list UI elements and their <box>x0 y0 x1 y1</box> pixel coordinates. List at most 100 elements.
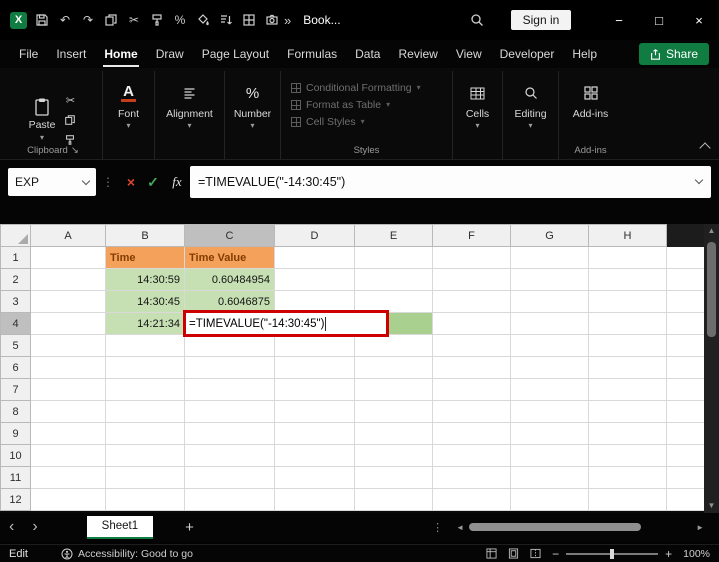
number-group[interactable]: % Number ▾ <box>224 71 280 159</box>
cell-H6[interactable] <box>589 357 667 379</box>
sheet-tab-sheet1[interactable]: Sheet1 <box>87 516 153 539</box>
cell-F6[interactable] <box>433 357 511 379</box>
tab-data[interactable]: Data <box>346 41 389 67</box>
cell-B12[interactable] <box>106 489 185 511</box>
addins-group[interactable]: Add-ins Add-ins <box>558 71 622 159</box>
tab-insert[interactable]: Insert <box>47 41 95 67</box>
cell-F7[interactable] <box>433 379 511 401</box>
cell-G12[interactable] <box>511 489 589 511</box>
cell-H7[interactable] <box>589 379 667 401</box>
column-header-F[interactable]: F <box>433 225 511 247</box>
column-header-C[interactable]: C <box>185 225 275 247</box>
cell-A4[interactable] <box>31 313 106 335</box>
cell-E9[interactable] <box>355 423 433 445</box>
expand-formula-bar-icon[interactable] <box>695 176 703 184</box>
next-sheet-icon[interactable]: › <box>23 516 46 538</box>
cell-F1[interactable] <box>433 247 511 269</box>
cell-D8[interactable] <box>275 401 355 423</box>
cell-I2[interactable] <box>667 269 705 291</box>
cell-G6[interactable] <box>511 357 589 379</box>
cell-A5[interactable] <box>31 335 106 357</box>
cell-A6[interactable] <box>31 357 106 379</box>
cell-B6[interactable] <box>106 357 185 379</box>
cell-B1[interactable]: Time <box>106 247 185 269</box>
cell-I10[interactable] <box>667 445 705 467</box>
column-header-B[interactable]: B <box>106 225 185 247</box>
copy-icon[interactable] <box>63 113 77 127</box>
camera-icon[interactable] <box>264 12 280 28</box>
share-button[interactable]: Share <box>639 43 709 65</box>
cell-I1[interactable] <box>667 247 705 269</box>
column-header-E[interactable]: E <box>355 225 433 247</box>
cell-I4[interactable] <box>667 313 705 335</box>
vertical-scrollbar[interactable]: ▲ ▼ <box>704 224 719 513</box>
cell-F11[interactable] <box>433 467 511 489</box>
column-header-D[interactable]: D <box>275 225 355 247</box>
percent-style-icon[interactable]: % <box>172 12 188 28</box>
tab-bar-divider-icon[interactable]: ⋮ <box>432 521 443 534</box>
cell-G7[interactable] <box>511 379 589 401</box>
cell-B3[interactable]: 14:30:45 <box>106 291 185 313</box>
formula-input[interactable]: =TIMEVALUE("-14:30:45") <box>190 166 711 198</box>
row-header-11[interactable]: 11 <box>1 467 31 489</box>
cell-A10[interactable] <box>31 445 106 467</box>
zoom-out-icon[interactable]: − <box>552 547 559 561</box>
normal-view-icon[interactable] <box>486 548 497 559</box>
number-dropdown-icon[interactable]: ▾ <box>250 121 254 130</box>
format-as-table-button[interactable]: Format as Table ▾ <box>291 96 390 113</box>
paste-button[interactable]: Paste ▾ <box>29 97 56 142</box>
row-header-4[interactable]: 4 <box>1 313 31 335</box>
cell-C6[interactable] <box>185 357 275 379</box>
horizontal-scrollbar[interactable]: ◄ ► <box>453 522 707 532</box>
cells-group[interactable]: Cells ▾ <box>452 71 502 159</box>
cell-A9[interactable] <box>31 423 106 445</box>
cell-E5[interactable] <box>355 335 433 357</box>
cell-E7[interactable] <box>355 379 433 401</box>
cell-E11[interactable] <box>355 467 433 489</box>
cell-A2[interactable] <box>31 269 106 291</box>
minimize-button[interactable]: − <box>599 0 639 40</box>
cell-I9[interactable] <box>667 423 705 445</box>
zoom-slider[interactable] <box>566 553 658 555</box>
vertical-scrollbar-thumb[interactable] <box>707 242 716 337</box>
cell-C7[interactable] <box>185 379 275 401</box>
cell-I11[interactable] <box>667 467 705 489</box>
cell-H10[interactable] <box>589 445 667 467</box>
cell-G1[interactable] <box>511 247 589 269</box>
sort-icon[interactable] <box>218 12 234 28</box>
scroll-up-icon[interactable]: ▲ <box>708 224 716 238</box>
page-break-preview-icon[interactable] <box>530 548 541 559</box>
cell-styles-button[interactable]: Cell Styles ▾ <box>291 113 365 130</box>
cell-B11[interactable] <box>106 467 185 489</box>
more-commands-icon[interactable]: » <box>284 13 291 28</box>
previous-sheet-icon[interactable]: ‹ <box>0 516 23 538</box>
cell-D5[interactable] <box>275 335 355 357</box>
copy-icon[interactable] <box>103 12 119 28</box>
cell-I6[interactable] <box>667 357 705 379</box>
cell-C10[interactable] <box>185 445 275 467</box>
row-header-10[interactable]: 10 <box>1 445 31 467</box>
close-button[interactable]: × <box>679 0 719 40</box>
clipboard-dialog-launcher-icon[interactable]: ↘ <box>71 145 79 156</box>
column-header-H[interactable]: H <box>589 225 667 247</box>
font-group[interactable]: A Font ▾ <box>102 71 154 159</box>
tab-view[interactable]: View <box>447 41 491 67</box>
cell-C9[interactable] <box>185 423 275 445</box>
cell-D1[interactable] <box>275 247 355 269</box>
row-header-7[interactable]: 7 <box>1 379 31 401</box>
editing-dropdown-icon[interactable]: ▾ <box>528 121 532 130</box>
cell-B7[interactable] <box>106 379 185 401</box>
cell-D10[interactable] <box>275 445 355 467</box>
cell-A7[interactable] <box>31 379 106 401</box>
cell-H8[interactable] <box>589 401 667 423</box>
cell-G10[interactable] <box>511 445 589 467</box>
cell-C11[interactable] <box>185 467 275 489</box>
cell-G2[interactable] <box>511 269 589 291</box>
select-all-corner[interactable] <box>1 225 31 247</box>
cell-F12[interactable] <box>433 489 511 511</box>
cancel-icon[interactable]: × <box>120 174 142 190</box>
cell-B4[interactable]: 14:21:34 <box>106 313 185 335</box>
cell-C1[interactable]: Time Value <box>185 247 275 269</box>
cell-G5[interactable] <box>511 335 589 357</box>
zoom-in-icon[interactable]: + <box>665 547 672 561</box>
